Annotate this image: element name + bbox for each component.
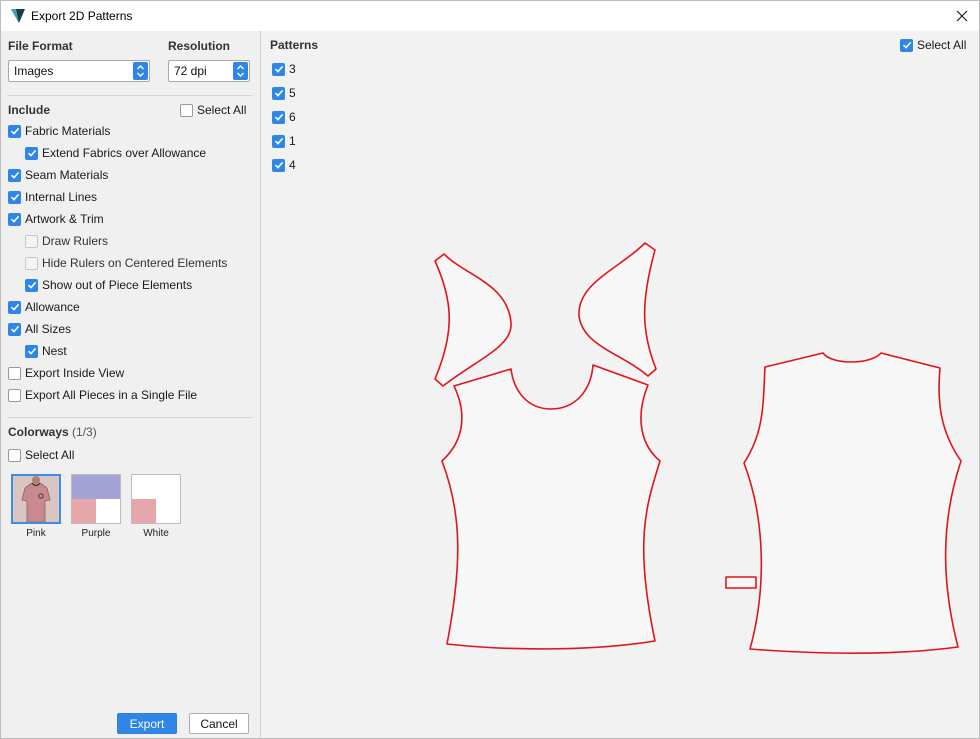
tshirt-thumbnail-icon — [13, 476, 59, 522]
resolution-select[interactable]: 72 dpi — [168, 60, 250, 82]
sleeve-piece-left[interactable] — [434, 253, 512, 387]
pink-color-block — [72, 499, 96, 523]
resolution-spinner[interactable] — [233, 62, 248, 80]
checkmark-icon — [27, 149, 36, 157]
checkmark-icon — [10, 303, 19, 311]
colorway-pink-label: Pink — [26, 528, 46, 539]
back-body-piece[interactable] — [743, 352, 962, 655]
checkbox-box[interactable] — [8, 388, 21, 402]
small-pattern-piece[interactable] — [725, 576, 757, 589]
show-out-of-piece-checkbox[interactable]: Show out of Piece Elements — [25, 276, 192, 294]
colorways-select-all-checkbox[interactable]: Select All — [8, 446, 74, 464]
colorway-pink-swatch[interactable] — [11, 474, 61, 524]
checkmark-icon — [10, 193, 19, 201]
cancel-button[interactable]: Cancel — [189, 713, 249, 734]
file-format-label: File Format — [8, 39, 73, 53]
all-sizes-label: All Sizes — [25, 322, 72, 336]
close-icon — [956, 10, 968, 22]
colorway-white-swatch[interactable] — [131, 474, 181, 524]
checkmark-icon — [10, 171, 19, 179]
checkbox-box[interactable] — [25, 278, 38, 292]
title-bar: Export 2D Patterns — [1, 1, 979, 31]
artwork-trim-checkbox[interactable]: Artwork & Trim — [8, 210, 104, 228]
all-sizes-checkbox[interactable]: All Sizes — [8, 320, 71, 338]
internal-lines-label: Internal Lines — [25, 190, 98, 204]
file-format-value: Images — [14, 64, 54, 78]
separator — [7, 417, 253, 418]
extend-fabrics-checkbox[interactable]: Extend Fabrics over Allowance — [25, 144, 206, 162]
show-out-of-piece-label: Show out of Piece Elements — [42, 278, 193, 292]
extend-fabrics-label: Extend Fabrics over Allowance — [42, 146, 207, 160]
fabric-materials-label: Fabric Materials — [25, 124, 111, 138]
options-panel: File Format Resolution Images 72 dpi Inc… — [1, 31, 260, 738]
allowance-checkbox[interactable]: Allowance — [8, 298, 80, 316]
checkbox-box[interactable] — [8, 322, 21, 336]
export-inside-view-checkbox[interactable]: Export Inside View — [8, 364, 124, 382]
internal-lines-checkbox[interactable]: Internal Lines — [8, 188, 97, 206]
checkbox-box[interactable] — [8, 366, 21, 380]
colorway-white-label: White — [143, 528, 169, 539]
checkbox-box[interactable] — [180, 103, 193, 117]
colorways-select-all-label: Select All — [25, 448, 75, 462]
export-button[interactable]: Export — [117, 713, 177, 734]
checkmark-icon — [10, 215, 19, 223]
close-button[interactable] — [949, 3, 975, 29]
colorways-header: Colorways (1/3) — [8, 425, 97, 439]
checkbox-box[interactable] — [8, 124, 21, 138]
updown-chevron-icon — [137, 65, 144, 77]
hide-rulers-checkbox[interactable]: Hide Rulers on Centered Elements — [25, 254, 227, 272]
colorway-purple-label: Purple — [81, 528, 111, 539]
allowance-label: Allowance — [25, 300, 80, 314]
checkmark-icon — [10, 325, 19, 333]
export-inside-view-label: Export Inside View — [25, 366, 125, 380]
checkbox-box[interactable] — [25, 234, 38, 248]
front-body-piece[interactable] — [441, 364, 661, 650]
pattern-preview-canvas — [434, 242, 962, 655]
resolution-value: 72 dpi — [174, 64, 207, 78]
resolution-label: Resolution — [168, 39, 230, 53]
checkbox-box[interactable] — [8, 212, 21, 226]
checkbox-box[interactable] — [8, 168, 21, 182]
include-select-all-checkbox[interactable]: Select All — [180, 101, 246, 119]
draw-rulers-checkbox[interactable]: Draw Rulers — [25, 232, 108, 250]
pink-color-block — [132, 499, 156, 523]
fabric-materials-checkbox[interactable]: Fabric Materials — [8, 122, 110, 140]
seam-materials-checkbox[interactable]: Seam Materials — [8, 166, 108, 184]
artwork-trim-label: Artwork & Trim — [25, 212, 104, 226]
checkbox-box[interactable] — [8, 448, 21, 462]
checkbox-box[interactable] — [25, 146, 38, 160]
seam-materials-label: Seam Materials — [25, 168, 109, 182]
purple-color-block — [72, 475, 120, 499]
updown-chevron-icon — [237, 65, 244, 77]
sleeve-piece-right[interactable] — [578, 242, 657, 377]
export-2d-patterns-dialog: Export 2D Patterns File Format Resolutio… — [0, 0, 980, 739]
window-title: Export 2D Patterns — [31, 9, 133, 23]
nest-label: Nest — [42, 344, 67, 358]
checkbox-box[interactable] — [8, 300, 21, 314]
nest-checkbox[interactable]: Nest — [25, 342, 67, 360]
colorways-count: (1/3) — [72, 425, 97, 439]
colorway-purple-swatch[interactable] — [71, 474, 121, 524]
checkmark-icon — [27, 281, 36, 289]
checkbox-box[interactable] — [25, 256, 38, 270]
checkmark-icon — [10, 127, 19, 135]
colorways-label: Colorways — [8, 425, 69, 439]
include-label: Include — [8, 103, 51, 117]
patterns-panel: Patterns Select All 3 5 6 1 4 — [261, 31, 979, 738]
checkbox-box[interactable] — [25, 344, 38, 358]
file-format-spinner[interactable] — [133, 62, 148, 80]
hide-rulers-label: Hide Rulers on Centered Elements — [42, 256, 228, 270]
export-single-file-checkbox[interactable]: Export All Pieces in a Single File — [8, 386, 197, 404]
include-select-all-label: Select All — [197, 103, 247, 117]
checkmark-icon — [27, 347, 36, 355]
export-single-file-label: Export All Pieces in a Single File — [25, 388, 198, 402]
file-format-select[interactable]: Images — [8, 60, 150, 82]
separator — [7, 95, 253, 96]
checkbox-box[interactable] — [8, 190, 21, 204]
draw-rulers-label: Draw Rulers — [42, 234, 109, 248]
app-logo-icon — [11, 9, 25, 23]
